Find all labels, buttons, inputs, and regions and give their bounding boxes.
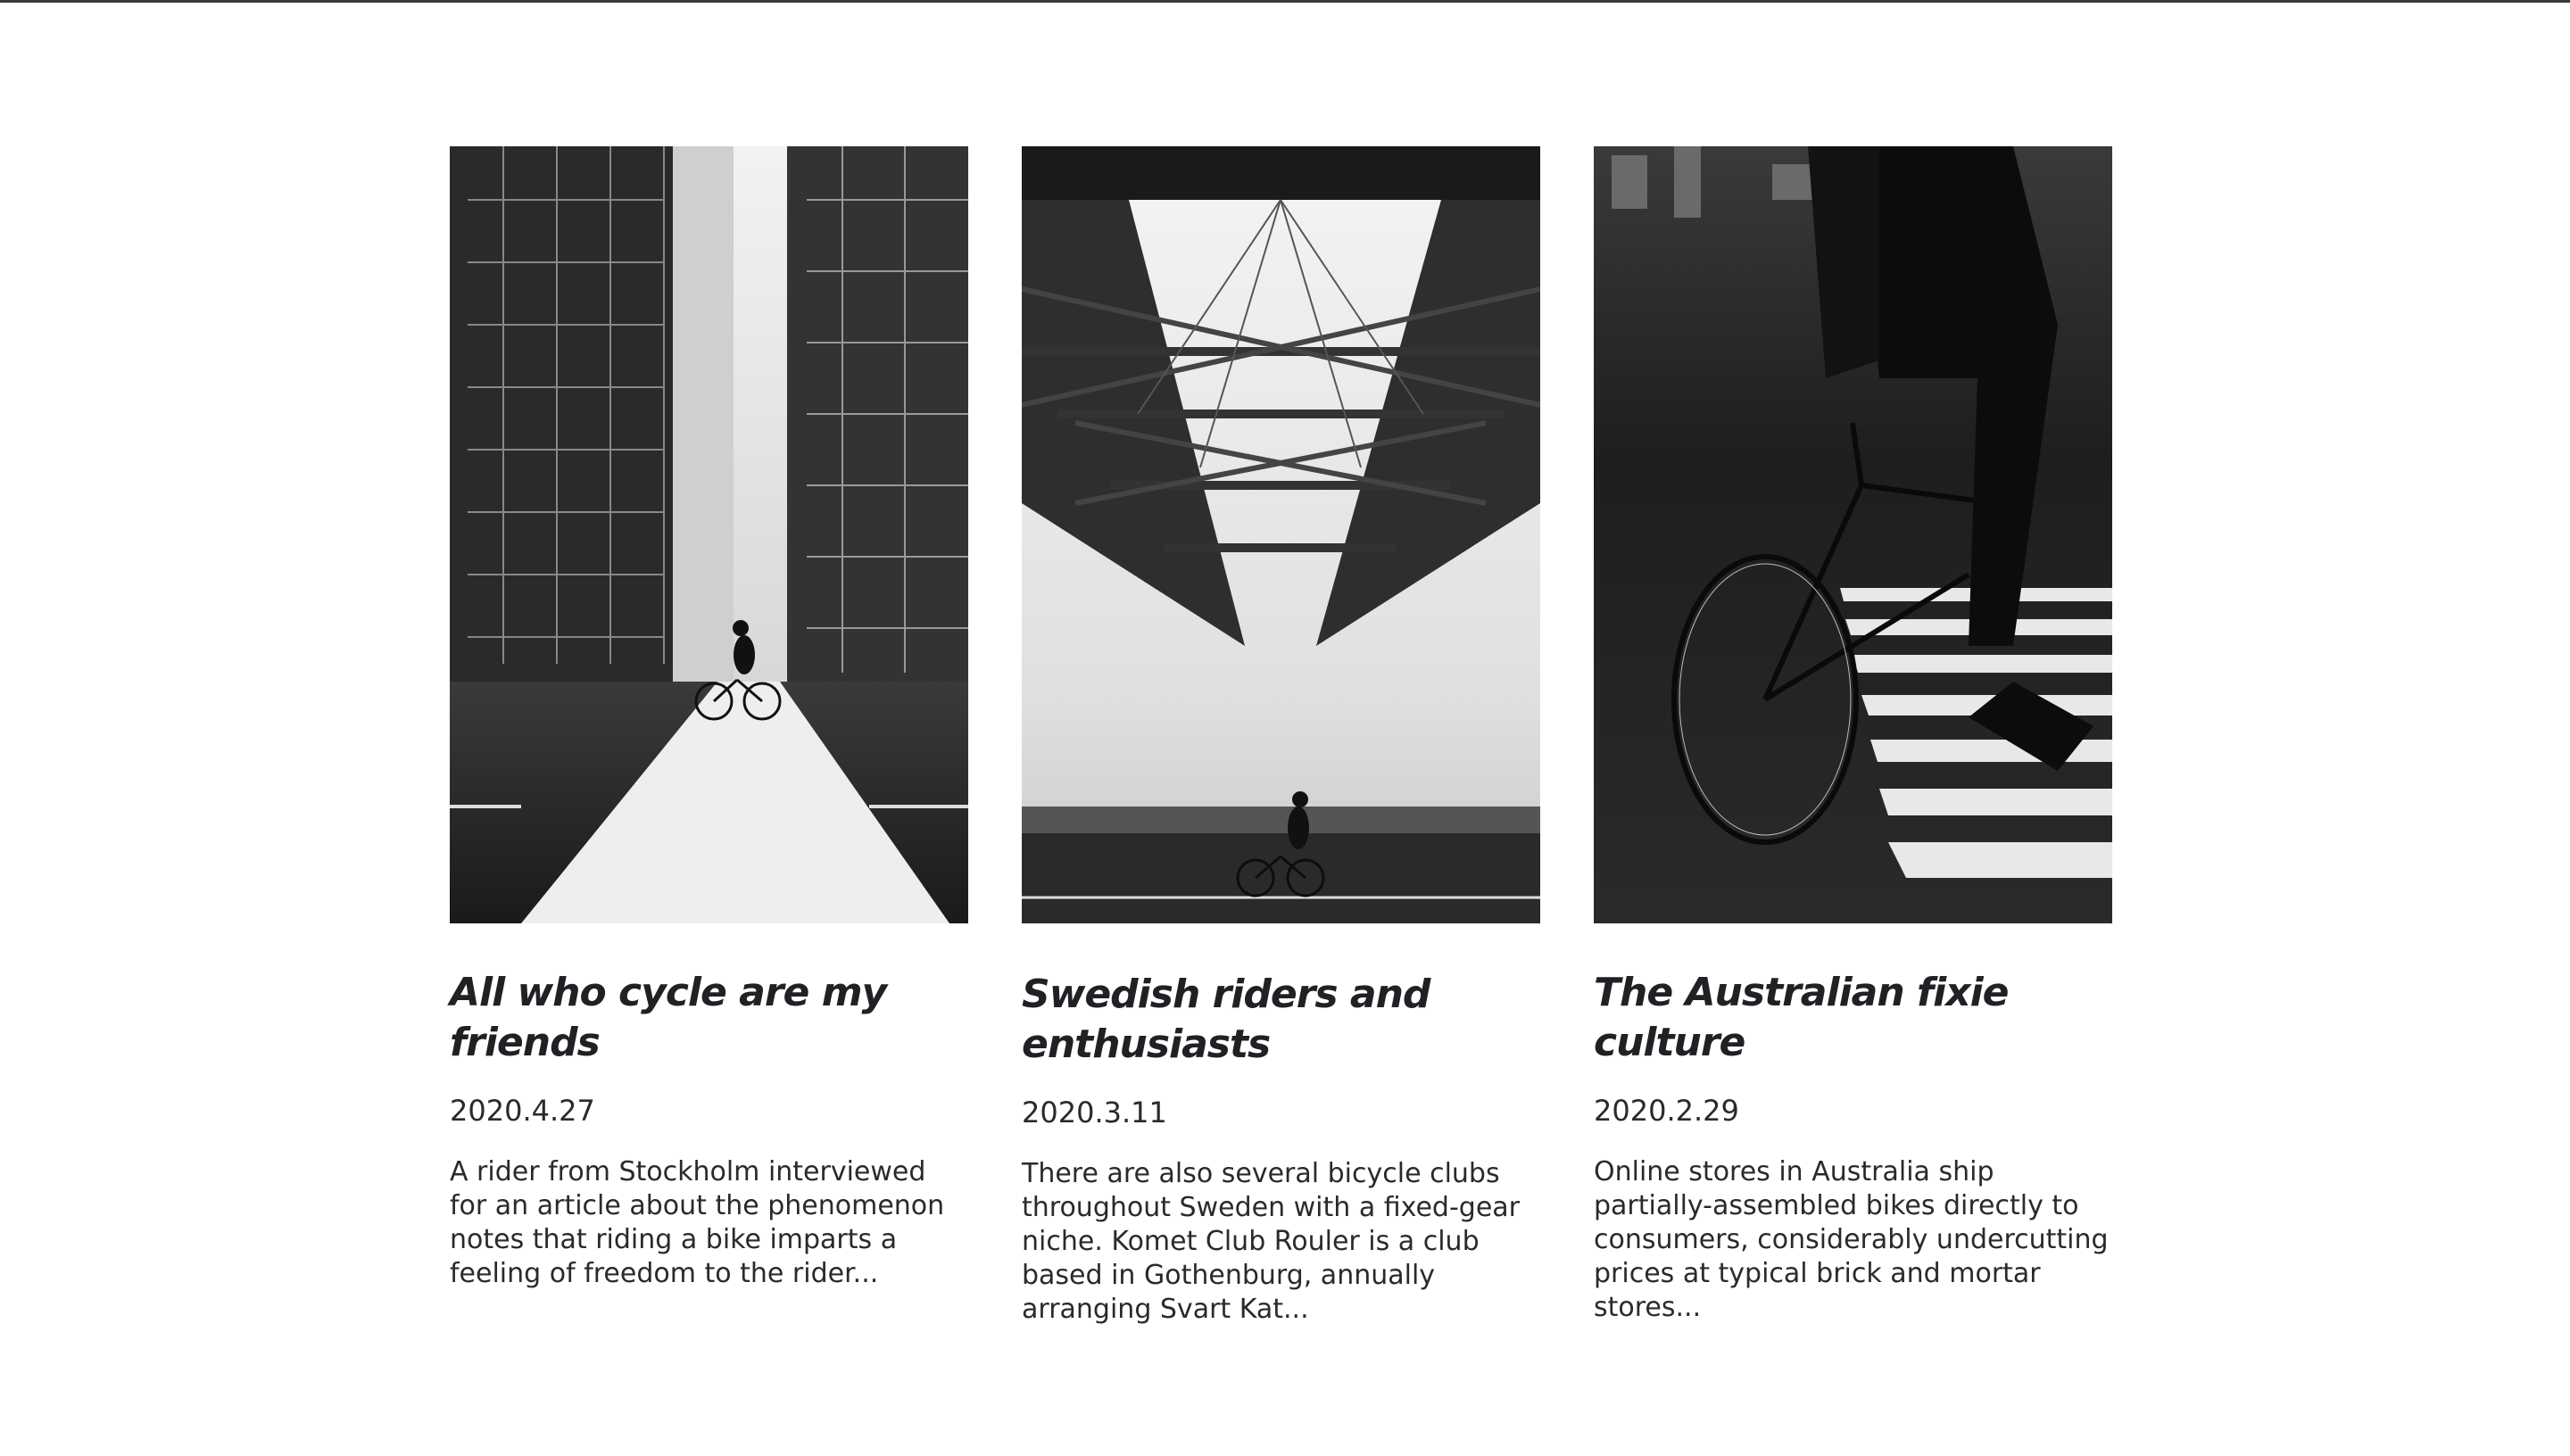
article-photo-city-cyclist[interactable] [450, 146, 968, 923]
article-photo-fixie-crosswalk[interactable] [1594, 146, 2112, 923]
photo-bridge-cyclist-image [1022, 146, 1540, 923]
article-card[interactable]: All who cycle are my friends 2020.4.27 A… [450, 146, 968, 1327]
article-date: 2020.3.11 [1022, 1096, 1167, 1129]
article-excerpt: Online stores in Australia ship partiall… [1594, 1156, 2109, 1323]
article-card[interactable]: Swedish riders and enthusiasts 2020.3.11… [1022, 146, 1540, 1327]
photo-city-cyclist-image [450, 146, 968, 923]
article-title[interactable]: The Australian fixie culture [1594, 968, 2112, 1068]
top-border [0, 0, 2570, 3]
article-grid: All who cycle are my friends 2020.4.27 A… [450, 146, 2113, 1327]
article-title[interactable]: All who cycle are my friends [450, 968, 968, 1068]
photo-fixie-crosswalk-image [1594, 146, 2112, 923]
article-excerpt: There are also several bicycle clubs thr… [1022, 1158, 1521, 1325]
article-date: 2020.4.27 [450, 1094, 595, 1128]
article-card[interactable]: The Australian fixie culture 2020.2.29 O… [1594, 146, 2112, 1327]
article-photo-bridge-cyclist[interactable] [1022, 146, 1540, 923]
article-title[interactable]: Swedish riders and enthusiasts [1022, 970, 1540, 1070]
article-excerpt: A rider from Stockholm interviewed for a… [450, 1156, 945, 1289]
article-date: 2020.2.29 [1594, 1094, 1739, 1128]
